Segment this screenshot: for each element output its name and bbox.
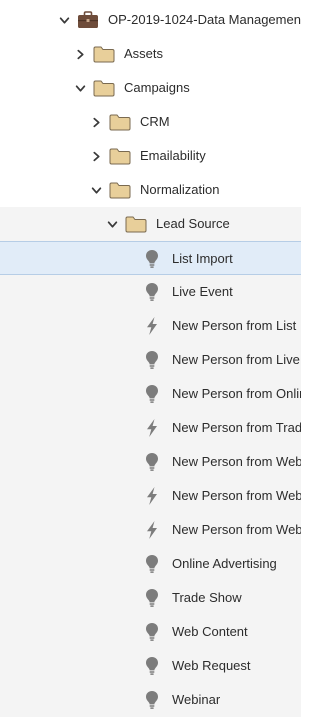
lightbulb-icon <box>141 547 163 581</box>
chevron-down-icon[interactable] <box>57 3 71 37</box>
campaign-item-label: New Person from Web Content <box>172 454 301 469</box>
campaign-item-web-request[interactable]: Web Request <box>0 649 301 683</box>
lightbulb-icon <box>141 649 163 683</box>
campaign-item-label: New Person from List Import <box>172 318 301 333</box>
lightning-bolt-icon <box>141 411 163 445</box>
folder-icon <box>109 105 131 139</box>
tree-node-emailability[interactable]: Emailability <box>0 139 301 173</box>
lightbulb-icon <box>141 445 163 479</box>
tree-node-label: Assets <box>124 46 164 61</box>
campaign-item-list-import[interactable]: List Import <box>0 241 301 275</box>
chevron-right-icon[interactable] <box>89 105 103 139</box>
campaign-item-label: Online Advertising <box>172 556 277 571</box>
lightbulb-icon <box>141 275 163 309</box>
tree-node-label: Lead Source <box>156 216 230 231</box>
chevron-down-icon[interactable] <box>73 71 87 105</box>
tree-node-normalization[interactable]: Normalization <box>0 173 301 207</box>
campaign-item-webinar[interactable]: Webinar <box>0 683 301 717</box>
campaign-item-label: Live Event <box>172 284 233 299</box>
campaign-item-label: Web Content <box>172 624 248 639</box>
lightning-bolt-icon <box>141 513 163 547</box>
campaign-item-label: Trade Show <box>172 590 242 605</box>
tree-node-label: Campaigns <box>124 80 190 95</box>
campaign-item-new-person-from-web-content[interactable]: New Person from Web Content <box>0 445 301 479</box>
lightbulb-icon <box>141 615 163 649</box>
folder-tree: OP-2019-1024-Data Management Assets Camp… <box>0 0 301 717</box>
campaign-item-online-advertising[interactable]: Online Advertising <box>0 547 301 581</box>
campaign-item-label: List Import <box>172 251 233 266</box>
briefcase-icon <box>77 3 99 37</box>
tree-node-assets[interactable]: Assets <box>0 37 301 71</box>
campaign-item-trade-show[interactable]: Trade Show <box>0 581 301 615</box>
lightning-bolt-icon <box>141 309 163 343</box>
lightbulb-icon <box>141 581 163 615</box>
lightbulb-icon <box>141 683 163 717</box>
campaign-item-new-person-from-live-event[interactable]: New Person from Live Event <box>0 343 301 377</box>
campaign-item-label: New Person from Webinar <box>172 522 301 537</box>
folder-icon <box>109 173 131 207</box>
campaign-item-label: New Person from Trade Show <box>172 420 301 435</box>
tree-node-campaigns[interactable]: Campaigns <box>0 71 301 105</box>
campaign-item-label: New Person from Online Advertising <box>172 386 301 401</box>
tree-node-label: CRM <box>140 114 170 129</box>
campaign-item-label: Web Request <box>172 658 251 673</box>
tree-node-crm[interactable]: CRM <box>0 105 301 139</box>
campaign-item-label: Webinar <box>172 692 221 707</box>
folder-icon <box>125 207 147 241</box>
chevron-right-icon[interactable] <box>89 139 103 173</box>
lightning-bolt-icon <box>141 479 163 513</box>
campaign-item-new-person-from-webinar[interactable]: New Person from Webinar <box>0 513 301 547</box>
chevron-right-icon[interactable] <box>73 37 87 71</box>
campaign-item-new-person-from-web-request[interactable]: New Person from Web Request <box>0 479 301 513</box>
folder-icon <box>109 139 131 173</box>
tree-node-label: OP-2019-1024-Data Management <box>108 12 301 27</box>
lightbulb-icon <box>141 377 163 411</box>
lightbulb-icon <box>141 343 163 377</box>
campaign-item-label: New Person from Web Request <box>172 488 301 503</box>
campaign-item-new-person-from-list-import[interactable]: New Person from List Import <box>0 309 301 343</box>
campaign-item-web-content[interactable]: Web Content <box>0 615 301 649</box>
tree-node-program[interactable]: OP-2019-1024-Data Management <box>0 3 301 37</box>
campaign-item-label: New Person from Live Event <box>172 352 301 367</box>
folder-icon <box>93 37 115 71</box>
tree-node-label: Emailability <box>140 148 206 163</box>
lightbulb-icon <box>141 242 163 276</box>
tree-node-lead-source[interactable]: Lead Source <box>0 207 301 241</box>
campaign-item-live-event[interactable]: Live Event <box>0 275 301 309</box>
tree-node-label: Normalization <box>140 182 220 197</box>
campaign-item-new-person-from-trade-show[interactable]: New Person from Trade Show <box>0 411 301 445</box>
chevron-down-icon[interactable] <box>105 207 119 241</box>
chevron-down-icon[interactable] <box>89 173 103 207</box>
campaign-item-new-person-from-online-advertising[interactable]: New Person from Online Advertising <box>0 377 301 411</box>
folder-icon <box>93 71 115 105</box>
